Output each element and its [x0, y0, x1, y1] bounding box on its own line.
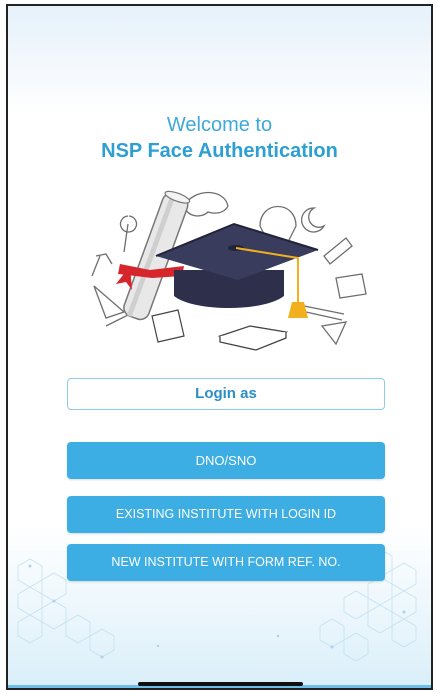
home-indicator[interactable]	[138, 682, 303, 686]
dno-sno-button[interactable]: DNO/SNO	[67, 442, 385, 479]
app-screen: Welcome to NSP Face Authentication Login…	[6, 4, 433, 690]
graduation-cap-diploma-illustration	[91, 190, 367, 351]
existing-institute-login-button[interactable]: EXISTING INSTITUTE WITH LOGIN ID	[67, 496, 385, 533]
login-as-label: Login as	[67, 378, 385, 410]
app-title: NSP Face Authentication	[101, 140, 338, 162]
new-institute-form-ref-button[interactable]: NEW INSTITUTE WITH FORM REF. NO.	[67, 544, 385, 581]
welcome-text: Welcome to	[166, 114, 273, 136]
